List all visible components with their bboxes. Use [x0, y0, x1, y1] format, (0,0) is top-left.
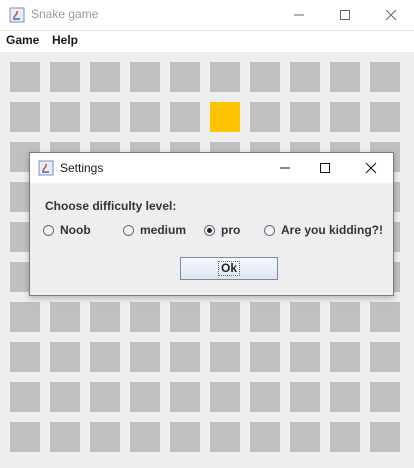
board-cell — [330, 422, 360, 452]
maximize-icon — [320, 163, 330, 173]
board-cell — [130, 382, 160, 412]
food-cell — [210, 102, 240, 132]
board-cell — [210, 422, 240, 452]
close-icon — [385, 9, 397, 21]
board-cell — [210, 382, 240, 412]
board-cell — [290, 302, 320, 332]
radio-button-icon[interactable] — [123, 224, 134, 236]
board-cell — [90, 382, 120, 412]
board-cell — [330, 382, 360, 412]
radio-are-you-kidding[interactable]: Are you kidding?! — [264, 222, 383, 238]
board-cell — [50, 62, 80, 92]
board-cell — [250, 302, 280, 332]
dialog-maximize-button[interactable] — [302, 153, 348, 183]
board-cell — [250, 382, 280, 412]
java-app-icon — [38, 160, 54, 176]
board-cell — [130, 422, 160, 452]
board-cell — [50, 302, 80, 332]
board-cell — [170, 382, 200, 412]
board-cell — [290, 62, 320, 92]
settings-dialog: Settings Choose difficulty level: Noob m… — [29, 152, 394, 296]
radio-button-icon[interactable] — [43, 224, 54, 236]
board-cell — [90, 342, 120, 372]
dialog-close-button[interactable] — [348, 153, 394, 183]
maximize-icon — [340, 10, 350, 20]
board-cell — [330, 62, 360, 92]
board-cell — [130, 62, 160, 92]
radio-label: Are you kidding?! — [281, 223, 383, 237]
dialog-titlebar: Settings — [30, 153, 393, 183]
menu-game[interactable]: Game — [6, 33, 39, 47]
board-cell — [290, 422, 320, 452]
board-cell — [330, 302, 360, 332]
close-icon — [365, 162, 377, 174]
board-cell — [370, 342, 400, 372]
minimize-button[interactable] — [276, 0, 322, 30]
board-cell — [50, 382, 80, 412]
radio-button-icon[interactable] — [264, 224, 275, 236]
board-cell — [330, 342, 360, 372]
close-button[interactable] — [368, 0, 414, 30]
board-cell — [90, 422, 120, 452]
board-cell — [90, 62, 120, 92]
maximize-button[interactable] — [322, 0, 368, 30]
board-cell — [170, 422, 200, 452]
board-cell — [50, 422, 80, 452]
ok-button[interactable]: Ok — [180, 257, 278, 280]
board-cell — [90, 302, 120, 332]
board-cell — [10, 422, 40, 452]
board-cell — [370, 382, 400, 412]
window-titlebar: Snake game — [0, 0, 414, 31]
board-cell — [130, 102, 160, 132]
board-cell — [290, 382, 320, 412]
board-cell — [210, 302, 240, 332]
radio-button-checked-icon[interactable] — [204, 224, 215, 236]
ok-button-label: Ok — [217, 261, 240, 276]
board-cell — [210, 62, 240, 92]
board-cell — [10, 382, 40, 412]
java-app-icon — [9, 7, 25, 23]
minimize-icon — [280, 167, 290, 169]
window-title: Snake game — [31, 7, 99, 21]
board-cell — [290, 342, 320, 372]
board-cell — [370, 102, 400, 132]
board-cell — [170, 102, 200, 132]
board-cell — [250, 102, 280, 132]
radio-medium[interactable]: medium — [123, 222, 186, 238]
board-cell — [130, 342, 160, 372]
radio-pro[interactable]: pro — [204, 222, 240, 238]
board-cell — [370, 302, 400, 332]
radio-label: Noob — [60, 223, 91, 237]
board-cell — [130, 302, 160, 332]
board-cell — [210, 342, 240, 372]
board-cell — [170, 342, 200, 372]
minimize-icon — [294, 14, 304, 16]
radio-label: pro — [221, 223, 241, 237]
board-cell — [330, 102, 360, 132]
board-cell — [370, 62, 400, 92]
board-cell — [10, 62, 40, 92]
dialog-title: Settings — [60, 161, 104, 175]
board-cell — [170, 302, 200, 332]
board-cell — [10, 302, 40, 332]
board-cell — [170, 62, 200, 92]
board-cell — [290, 102, 320, 132]
board-cell — [250, 342, 280, 372]
board-cell — [50, 102, 80, 132]
board-cell — [250, 62, 280, 92]
difficulty-prompt: Choose difficulty level: — [45, 199, 177, 213]
board-cell — [50, 342, 80, 372]
menu-help[interactable]: Help — [52, 33, 78, 47]
board-cell — [90, 102, 120, 132]
board-cell — [370, 422, 400, 452]
board-cell — [250, 422, 280, 452]
board-cell — [10, 342, 40, 372]
radio-noob[interactable]: Noob — [43, 222, 91, 238]
board-cell — [10, 102, 40, 132]
radio-label: medium — [140, 223, 187, 237]
menu-bar: Game Help — [0, 31, 414, 51]
